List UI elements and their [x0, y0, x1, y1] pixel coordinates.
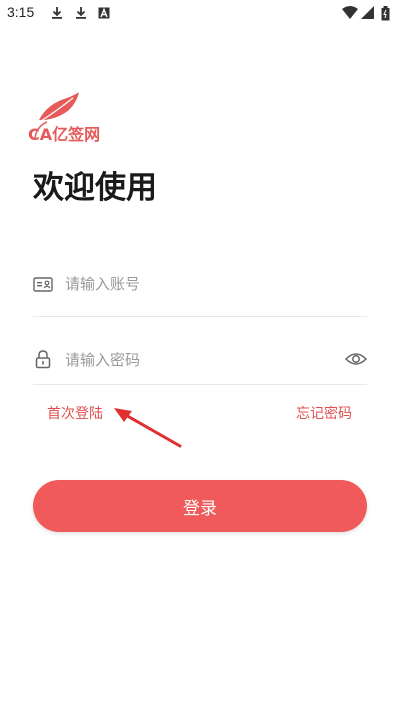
logo-text: CA亿签网: [28, 125, 101, 144]
signal-icon: [361, 6, 374, 19]
account-field[interactable]: [33, 262, 367, 317]
status-time: 3:15: [7, 4, 35, 20]
forgot-password-link[interactable]: 忘记密码: [296, 403, 352, 423]
battery-icon: [381, 6, 390, 21]
wifi-icon: [342, 6, 358, 19]
password-field[interactable]: [33, 338, 367, 385]
annotation-arrow-icon: [114, 408, 182, 448]
download-icon: [76, 7, 86, 19]
a-square-icon: [98, 7, 110, 19]
welcome-title: 欢迎使用: [33, 170, 157, 206]
account-input[interactable]: [65, 270, 335, 298]
login-button[interactable]: 登录: [33, 480, 367, 532]
status-bar: 3:15: [0, 0, 400, 28]
first-login-link[interactable]: 首次登陆: [47, 403, 103, 423]
download-icon: [52, 7, 62, 19]
lock-icon: [35, 350, 51, 369]
eye-icon[interactable]: [345, 350, 367, 368]
id-card-icon: [33, 277, 53, 292]
password-input[interactable]: [65, 346, 335, 374]
